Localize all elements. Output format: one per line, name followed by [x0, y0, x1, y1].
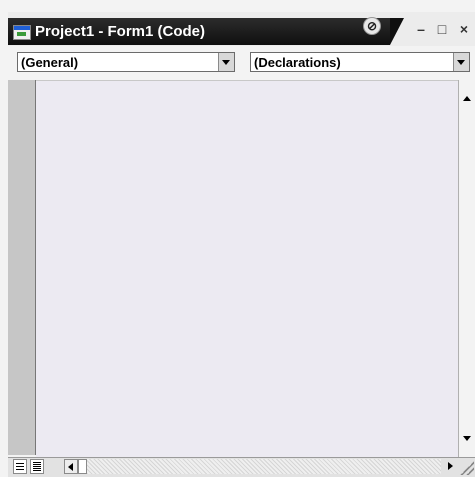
minimize-button[interactable]: – — [413, 20, 429, 38]
vertical-scrollbar[interactable] — [458, 80, 475, 457]
code-window: Project1 - Form1 (Code) ⊘ – □ × (General… — [0, 0, 475, 477]
code-editor[interactable] — [36, 80, 458, 457]
window-title: Project1 - Form1 (Code) — [35, 23, 206, 40]
horizontal-scroll-thumb[interactable] — [78, 459, 87, 474]
title-bar[interactable]: Project1 - Form1 (Code) ⊘ – □ × — [8, 12, 475, 46]
object-dropdown-value: (General) — [21, 55, 79, 70]
maximize-button[interactable]: □ — [434, 20, 450, 38]
pin-icon[interactable]: ⊘ — [363, 17, 381, 35]
scroll-left-arrow-icon[interactable] — [64, 459, 78, 474]
margin-indicator-bar[interactable] — [8, 80, 35, 455]
title-tab[interactable]: Project1 - Form1 (Code) — [8, 18, 404, 45]
procedure-dropdown-value: (Declarations) — [254, 55, 341, 70]
scroll-up-arrow-icon[interactable] — [459, 92, 474, 105]
object-dropdown[interactable]: (General) — [17, 52, 235, 72]
horizontal-scrollbar-track[interactable] — [87, 459, 441, 474]
chevron-down-icon[interactable] — [218, 53, 234, 71]
scroll-down-arrow-icon[interactable] — [459, 432, 474, 445]
procedure-dropdown[interactable]: (Declarations) — [250, 52, 470, 72]
chevron-down-icon[interactable] — [453, 53, 469, 71]
procedure-view-icon[interactable] — [13, 459, 27, 474]
vb-form-icon — [13, 25, 31, 40]
close-button[interactable]: × — [456, 20, 472, 38]
resize-grip-icon[interactable] — [459, 460, 474, 475]
scroll-right-arrow-icon[interactable] — [443, 459, 457, 474]
full-module-view-icon[interactable] — [30, 459, 44, 474]
